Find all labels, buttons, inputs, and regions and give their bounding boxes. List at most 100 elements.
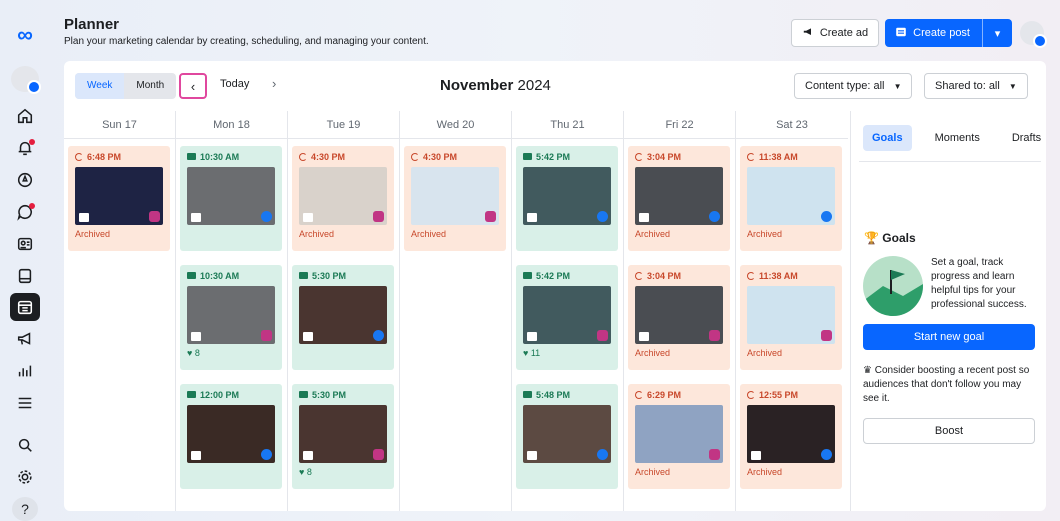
divider <box>859 161 1041 162</box>
post-card[interactable]: 5:30 PM <box>292 265 394 370</box>
post-card[interactable]: 6:29 PM Archived <box>628 384 730 489</box>
day-header: Sat 23 <box>736 111 848 139</box>
tab-goals[interactable]: Goals <box>863 125 912 151</box>
content-icon[interactable] <box>10 262 40 290</box>
post-time: 6:48 PM <box>75 150 164 163</box>
video-icon <box>751 451 761 460</box>
post-time-text: 5:30 PM <box>312 389 347 400</box>
tab-drafts[interactable]: Drafts <box>1003 125 1046 151</box>
published-icon <box>523 272 532 279</box>
insights-icon[interactable] <box>10 357 40 385</box>
post-card[interactable]: 5:30 PM ♥ 8 <box>292 384 394 489</box>
home-icon[interactable] <box>10 102 40 130</box>
chevron-down-icon[interactable]: ▾ <box>982 19 1012 47</box>
chevron-left-icon: ‹ <box>190 78 196 94</box>
post-icon <box>895 26 907 41</box>
post-time: 5:30 PM <box>299 388 388 401</box>
page-avatar[interactable] <box>11 66 41 95</box>
post-footer: ♥ 8 <box>299 467 312 477</box>
post-card[interactable]: 10:30 AM <box>180 146 282 251</box>
photo-icon <box>527 213 537 222</box>
day-column[interactable]: Mon 18 10:30 AM 10:30 AM ♥ 8 12:00 PM <box>176 111 288 511</box>
post-time: 5:42 PM <box>523 269 612 282</box>
post-card[interactable]: 11:38 AM Archived <box>740 265 842 370</box>
day-column[interactable]: Wed 20 4:30 PM Archived <box>400 111 512 511</box>
instagram-icon <box>597 330 608 341</box>
content-type-dropdown[interactable]: Content type: all ▼ <box>794 73 913 99</box>
post-card[interactable]: 3:04 PM Archived <box>628 265 730 370</box>
account-avatar[interactable] <box>1020 21 1047 48</box>
post-thumbnail <box>523 286 611 344</box>
instagram-icon <box>709 330 720 341</box>
calendar-icon[interactable] <box>10 293 40 322</box>
post-thumbnail <box>747 286 835 344</box>
post-footer: Archived <box>411 229 447 239</box>
post-time-text: 3:04 PM <box>647 151 682 162</box>
post-footer: Archived <box>747 348 783 358</box>
post-thumbnail <box>187 167 275 225</box>
meta-logo-icon[interactable]: ∞ <box>17 22 33 48</box>
create-ad-label: Create ad <box>819 27 869 39</box>
top-actions: Create ad Create post ▾ <box>790 19 1047 48</box>
settings-icon[interactable] <box>10 463 40 491</box>
post-thumbnail <box>635 167 723 225</box>
reel-icon <box>527 451 537 460</box>
next-week-button[interactable]: › <box>272 76 276 91</box>
start-new-goal-button[interactable]: Start new goal <box>863 324 1035 350</box>
previous-week-button[interactable]: ‹ <box>179 73 207 99</box>
compass-icon[interactable] <box>10 166 40 194</box>
clock-icon <box>411 152 419 161</box>
post-card[interactable]: 4:30 PM Archived <box>404 146 506 251</box>
video-icon <box>639 213 649 222</box>
view-week-button[interactable]: Week <box>75 73 125 99</box>
post-thumbnail <box>747 167 835 225</box>
day-column[interactable]: Sun 17 6:48 PM Archived <box>64 111 176 511</box>
chat-icon[interactable] <box>10 198 40 226</box>
post-thumbnail <box>523 167 611 225</box>
facebook-icon <box>821 449 832 460</box>
help-icon[interactable]: ? <box>12 496 38 521</box>
panel-tabs: Goals Moments Drafts <box>863 125 1046 151</box>
published-icon <box>523 391 532 398</box>
post-thumbnail <box>635 405 723 463</box>
post-card[interactable]: 5:42 PM ♥ 11 <box>516 265 618 370</box>
contacts-icon[interactable] <box>10 230 40 258</box>
post-card[interactable]: 3:04 PM Archived <box>628 146 730 251</box>
post-card[interactable]: 12:00 PM <box>180 384 282 489</box>
clock-icon <box>75 152 83 161</box>
day-column[interactable]: Sat 23 11:38 AM Archived 11:38 AM Archived 12… <box>736 111 848 511</box>
post-thumbnail <box>635 286 723 344</box>
post-card[interactable]: 12:55 PM Archived <box>740 384 842 489</box>
day-column[interactable]: Thu 21 5:42 PM 5:42 PM ♥ 11 5:48 PM <box>512 111 624 511</box>
video-icon <box>639 332 649 341</box>
bell-icon[interactable] <box>10 134 40 162</box>
post-time: 4:30 PM <box>411 150 500 163</box>
post-card[interactable]: 4:30 PM Archived <box>292 146 394 251</box>
published-icon <box>299 272 308 279</box>
post-time: 3:04 PM <box>635 150 724 163</box>
post-footer: ♥ 8 <box>187 348 200 358</box>
post-card[interactable]: 5:48 PM <box>516 384 618 489</box>
today-button[interactable]: Today <box>220 78 249 90</box>
tab-moments[interactable]: Moments <box>926 125 989 151</box>
clock-icon <box>747 152 755 161</box>
day-column[interactable]: Fri 22 3:04 PM Archived 3:04 PM Archived 6:29… <box>624 111 736 511</box>
side-panel: Goals Moments Drafts 🏆 Goals Set a goal,… <box>850 111 1046 511</box>
create-ad-button[interactable]: Create ad <box>790 19 880 47</box>
menu-icon[interactable] <box>10 389 40 417</box>
post-footer: Archived <box>75 229 111 239</box>
boost-button[interactable]: Boost <box>863 418 1035 444</box>
shared-to-dropdown[interactable]: Shared to: all ▼ <box>924 73 1028 99</box>
view-month-button[interactable]: Month <box>124 73 176 99</box>
post-card[interactable]: 5:42 PM <box>516 146 618 251</box>
instagram-icon <box>261 330 272 341</box>
megaphone-icon[interactable] <box>10 325 40 353</box>
post-card[interactable]: 6:48 PM Archived <box>68 146 170 251</box>
post-footer: Archived <box>635 348 671 358</box>
post-card[interactable]: 10:30 AM ♥ 8 <box>180 265 282 370</box>
search-icon[interactable] <box>10 431 40 459</box>
facebook-icon <box>597 449 608 460</box>
day-column[interactable]: Tue 19 4:30 PM Archived 5:30 PM 5:30 PM ♥ 8 <box>288 111 400 511</box>
create-post-button[interactable]: Create post <box>885 19 982 47</box>
post-card[interactable]: 11:38 AM Archived <box>740 146 842 251</box>
